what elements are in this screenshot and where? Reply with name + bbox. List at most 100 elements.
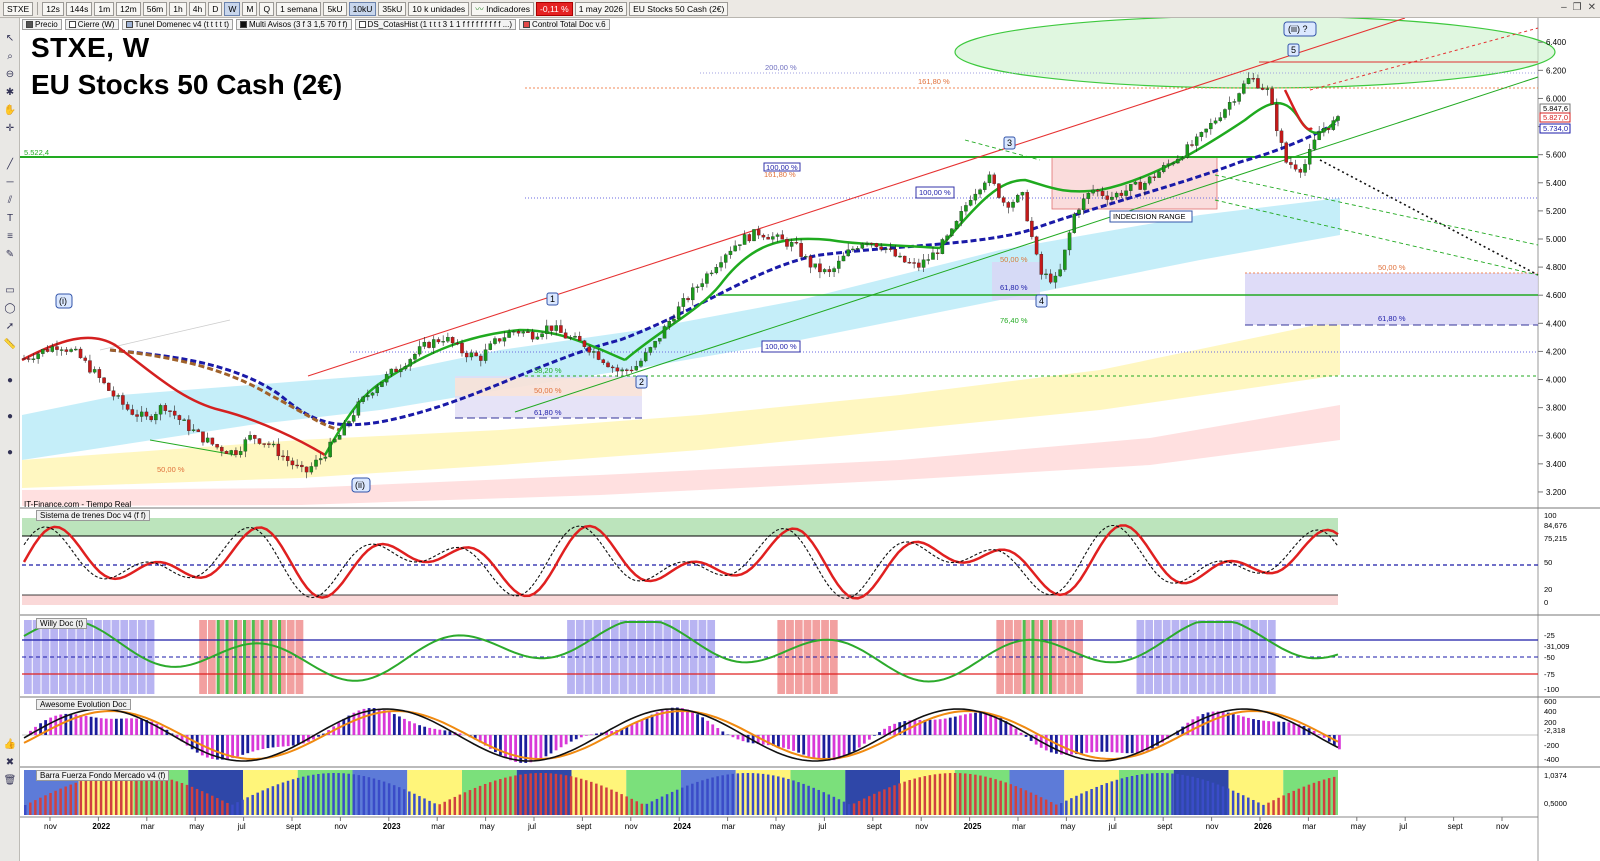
- pencil-icon[interactable]: ✎: [3, 248, 17, 261]
- ellipse-icon[interactable]: ◯: [3, 302, 17, 315]
- symbol-field[interactable]: STXE: [3, 1, 34, 16]
- time-tick: jul: [817, 822, 826, 831]
- interval-12s-button[interactable]: 12s: [42, 1, 64, 16]
- awesome-bar: [878, 732, 881, 735]
- tick-10ku-button[interactable]: 10kU: [348, 1, 377, 16]
- interval-q-button[interactable]: Q: [259, 1, 275, 16]
- candle-body: [935, 252, 940, 254]
- cursor-icon[interactable]: ↖: [3, 32, 17, 45]
- candle-body: [271, 443, 276, 446]
- tick-35ku-button[interactable]: 35kU: [378, 1, 407, 16]
- hline-icon[interactable]: ─: [3, 176, 17, 189]
- candle-body: [992, 174, 996, 184]
- legend-cierre[interactable]: Cierre (W): [64, 19, 119, 30]
- barra-bar: [468, 790, 472, 815]
- trash-icon[interactable]: 🗑: [3, 774, 17, 787]
- barra-bar: [1166, 773, 1169, 815]
- barra-bar: [39, 797, 42, 815]
- candle-body: [304, 466, 309, 473]
- barra-bar: [1252, 799, 1255, 815]
- color-red-icon[interactable]: ●: [3, 374, 17, 387]
- awesome-bar: [928, 719, 932, 735]
- chart-canvas[interactable]: (i) (ii) 1 2 3 4 5 (iii) ? 200,00 % 161,…: [0, 0, 1600, 861]
- legend-control-total[interactable]: Control Total Doc v.6: [519, 19, 610, 30]
- barra-bar: [160, 777, 163, 815]
- color-green-icon[interactable]: ●: [3, 410, 17, 423]
- price-tick: 3.800: [1546, 404, 1567, 413]
- trendline-icon[interactable]: ╱: [3, 158, 17, 171]
- panel-awesome-title[interactable]: Awesome Evolution Doc: [36, 699, 131, 710]
- interval-144s-button[interactable]: 144s: [65, 1, 93, 16]
- arrow-icon[interactable]: ➚: [3, 320, 17, 333]
- interval-4h-button[interactable]: 4h: [188, 1, 207, 16]
- ruler-icon[interactable]: 📏: [3, 338, 17, 351]
- candle-body: [1260, 87, 1265, 90]
- barra-bar: [837, 799, 841, 815]
- interval-56m-button[interactable]: 56m: [142, 1, 168, 16]
- channel-icon[interactable]: ⫽: [3, 194, 17, 207]
- interval-m-button[interactable]: M: [242, 1, 258, 16]
- candle-body: [559, 325, 563, 333]
- interval-d-button[interactable]: D: [208, 1, 223, 16]
- barra-bar: [574, 777, 578, 815]
- thumbs-up-icon[interactable]: 👍: [3, 738, 17, 751]
- close-icon[interactable]: ✕: [1588, 2, 1596, 13]
- zoom-icon[interactable]: ⌕: [3, 50, 17, 63]
- units-select[interactable]: 10 k unidades: [408, 1, 470, 16]
- tick-5ku-button[interactable]: 5kU: [323, 1, 347, 16]
- awesome-bar: [559, 735, 563, 748]
- candle-body: [1303, 164, 1307, 173]
- time-tick: jul: [1108, 822, 1117, 831]
- interval-1h-button[interactable]: 1h: [169, 1, 187, 16]
- crosshair-icon[interactable]: ✛: [3, 122, 17, 135]
- legend-precio[interactable]: Precio: [22, 19, 62, 30]
- legend-ds-cotashist[interactable]: DS_CotasHist (1 t t t 3 1 1 f f f f f f …: [354, 19, 517, 30]
- legend-multi-avisos[interactable]: Multi Avisos (3 f 3 1,5 70 f f): [235, 19, 352, 30]
- barra-bar: [301, 776, 305, 815]
- fib-icon[interactable]: ≡: [3, 230, 17, 243]
- barra-bar: [913, 778, 916, 815]
- zoom-out-icon[interactable]: ⊖: [3, 68, 17, 81]
- barra-bar: [771, 775, 775, 815]
- candle-body: [74, 348, 78, 351]
- barra-bar: [463, 792, 467, 815]
- candle-body: [912, 262, 916, 264]
- awesome-bar: [832, 735, 836, 761]
- price-tick: 4.800: [1546, 263, 1567, 272]
- awesome-bar: [1024, 735, 1028, 737]
- interval-1m-button[interactable]: 1m: [94, 1, 115, 16]
- candle-body: [1147, 176, 1152, 184]
- barra-bar: [453, 796, 457, 815]
- period-select[interactable]: 1 semana: [276, 1, 322, 16]
- panel-trenes-title[interactable]: Sistema de trenes Doc v4 (f f): [36, 510, 150, 521]
- legend-tunel[interactable]: Tunel Domenec v4 (t t t t t): [121, 19, 233, 30]
- barra-bar: [448, 799, 452, 815]
- barra-bar: [1156, 773, 1159, 815]
- candle-body: [234, 450, 238, 455]
- legend-label: Multi Avisos (3 f 3 1,5 70 f f): [248, 20, 348, 29]
- candle-body: [1152, 176, 1157, 178]
- interval-12m-button[interactable]: 12m: [116, 1, 141, 16]
- candle-body: [455, 342, 460, 345]
- indicators-button[interactable]: 〰 Indicadores: [471, 1, 535, 16]
- awesome-bar: [969, 713, 972, 735]
- interval-w-button[interactable]: W: [224, 1, 241, 16]
- hand-icon[interactable]: ✋: [3, 104, 17, 117]
- candle-body: [601, 359, 606, 364]
- candle-body: [1336, 116, 1340, 121]
- text-icon[interactable]: T: [3, 212, 17, 225]
- restore-icon[interactable]: ❐: [1573, 2, 1582, 13]
- bulb-icon[interactable]: ✱: [3, 86, 17, 99]
- candle-body: [483, 349, 488, 361]
- barra-bar: [44, 795, 47, 815]
- panel-willy-title[interactable]: Willy Doc (t): [36, 618, 88, 629]
- awesome-bar: [862, 735, 866, 744]
- delete-icon[interactable]: ✖: [3, 756, 17, 769]
- barra-bar: [984, 776, 987, 815]
- candle-body: [1034, 236, 1039, 255]
- color-blue-icon[interactable]: ●: [3, 446, 17, 459]
- panel-barra-title[interactable]: Barra Fuerza Fondo Mercado v4 (f): [36, 770, 170, 781]
- barra-bar: [670, 791, 674, 815]
- minimize-icon[interactable]: –: [1561, 2, 1567, 13]
- rectangle-icon[interactable]: ▭: [3, 284, 17, 297]
